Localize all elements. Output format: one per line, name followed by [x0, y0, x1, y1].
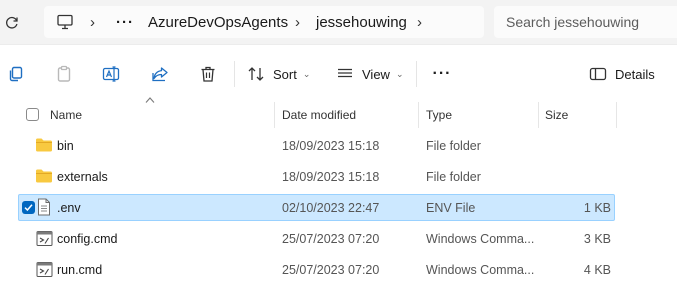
refresh-icon	[6, 16, 18, 29]
details-pane-icon	[589, 67, 607, 81]
file-name: .env	[57, 200, 81, 215]
file-name: bin	[57, 138, 74, 153]
paste-button[interactable]	[50, 58, 78, 90]
column-header-row: Name Date modified Type Size	[0, 102, 677, 128]
chevron-down-icon: ⌄	[395, 68, 404, 79]
breadcrumb-azuredevopsagents[interactable]: AzureDevOpsAgents	[148, 6, 288, 38]
share-button[interactable]	[146, 58, 174, 90]
file-size: 3 KB	[583, 231, 611, 246]
copy-icon	[9, 66, 23, 82]
breadcrumb-separator[interactable]: ›	[417, 6, 422, 38]
delete-button[interactable]	[194, 58, 222, 90]
file-type: File folder	[426, 138, 481, 153]
rename-icon	[102, 66, 120, 82]
file-size: 4 KB	[583, 262, 611, 277]
sort-label: Sort	[273, 66, 297, 82]
command-bar: Sort ⌄ View ⌄ ··· Details	[0, 44, 677, 102]
file-name: run.cmd	[57, 262, 103, 277]
sort-icon	[248, 67, 264, 81]
search-placeholder: Search jessehouwing	[506, 14, 640, 30]
search-input[interactable]: Search jessehouwing	[494, 6, 677, 38]
view-button[interactable]: View ⌄	[336, 58, 408, 90]
view-list-icon	[338, 68, 352, 78]
file-type: Windows Comma...	[426, 262, 535, 277]
details-pane-button[interactable]: Details	[589, 58, 669, 90]
list-item[interactable]: externals 18/09/2023 15:18 File folder	[18, 163, 615, 190]
cmd-script-icon	[36, 262, 53, 277]
row-checkbox-checked[interactable]	[22, 201, 35, 214]
file-name: externals	[57, 169, 108, 184]
file-date: 02/10/2023 22:47	[282, 200, 380, 215]
list-item[interactable]: config.cmd 25/07/2023 07:20 Windows Comm…	[18, 225, 615, 252]
folder-icon	[36, 138, 52, 152]
breadcrumb[interactable]: › ··· AzureDevOpsAgents › jessehouwing ›	[44, 6, 484, 38]
select-all-checkbox[interactable]	[26, 108, 39, 121]
details-label: Details	[615, 66, 655, 82]
file-type: Windows Comma...	[426, 231, 535, 246]
clipboard-icon	[57, 65, 71, 82]
copy-button[interactable]	[2, 58, 30, 90]
rename-button[interactable]	[98, 58, 126, 90]
column-divider[interactable]	[418, 102, 419, 128]
cmd-script-icon	[36, 231, 53, 246]
file-date: 18/09/2023 15:18	[282, 138, 380, 153]
file-date: 25/07/2023 07:20	[282, 262, 380, 277]
file-size: 1 KB	[583, 200, 611, 215]
list-item[interactable]: bin 18/09/2023 15:18 File folder	[18, 132, 615, 159]
breadcrumb-jessehouwing[interactable]: jessehouwing	[316, 6, 407, 38]
folder-icon	[36, 169, 52, 183]
breadcrumb-separator[interactable]: ›	[295, 6, 300, 38]
file-size	[539, 164, 611, 189]
sort-button[interactable]: Sort ⌄	[247, 58, 317, 90]
column-header-type[interactable]: Type	[426, 102, 452, 128]
file-size	[539, 133, 611, 158]
column-divider[interactable]	[274, 102, 275, 128]
this-pc-icon[interactable]	[56, 13, 74, 36]
toolbar-divider	[234, 61, 235, 87]
document-icon	[38, 198, 50, 216]
list-item[interactable]: run.cmd 25/07/2023 07:20 Windows Comma..…	[18, 256, 615, 283]
view-label: View	[362, 66, 390, 82]
chevron-down-icon: ⌄	[302, 68, 311, 79]
trash-icon	[201, 66, 215, 82]
column-header-size[interactable]: Size	[545, 102, 568, 128]
breadcrumb-separator[interactable]: ›	[90, 6, 95, 38]
file-date: 18/09/2023 15:18	[282, 169, 380, 184]
toolbar-divider	[416, 61, 417, 87]
refresh-button[interactable]	[0, 11, 26, 33]
file-type: File folder	[426, 169, 481, 184]
file-name: config.cmd	[57, 231, 118, 246]
more-options-button[interactable]: ···	[428, 58, 456, 90]
checkmark-icon	[24, 204, 33, 212]
file-type: ENV File	[426, 200, 476, 215]
file-date: 25/07/2023 07:20	[282, 231, 380, 246]
column-divider[interactable]	[538, 102, 539, 128]
column-header-name[interactable]: Name	[50, 102, 82, 128]
column-header-date[interactable]: Date modified	[282, 102, 356, 128]
address-row: › ··· AzureDevOpsAgents › jessehouwing ›…	[0, 0, 677, 44]
list-item-selected[interactable]: .env 02/10/2023 22:47 ENV File 1 KB	[18, 194, 615, 221]
column-divider[interactable]	[616, 102, 617, 128]
share-icon	[152, 67, 168, 82]
breadcrumb-overflow-button[interactable]: ···	[116, 6, 134, 38]
